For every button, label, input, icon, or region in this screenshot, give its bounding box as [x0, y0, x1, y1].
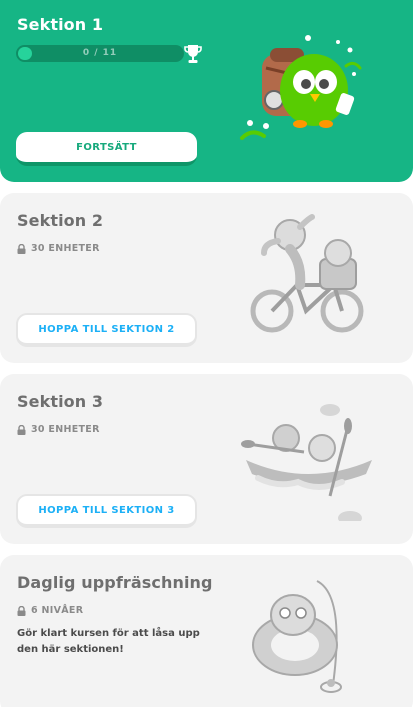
- section-2-card: Sektion 2 30 ENHETER HOPPA TILL SEKTION …: [0, 193, 413, 363]
- daily-refresh-levels: 6 NIVÅER: [17, 605, 83, 616]
- lock-icon: [17, 424, 26, 435]
- section-2-units: 30 ENHETER: [17, 243, 100, 254]
- jump-to-section-3-button[interactable]: HOPPA TILL SEKTION 3: [16, 494, 197, 528]
- section-3-units-label: 30 ENHETER: [31, 424, 100, 435]
- section-3-units: 30 ENHETER: [17, 424, 100, 435]
- section-3-title: Sektion 3: [17, 392, 104, 411]
- lock-icon: [17, 605, 26, 616]
- progress-label: 0 / 11: [82, 48, 118, 58]
- daily-refresh-card: Daglig uppfräschning 6 NIVÅER Gör klart …: [0, 555, 413, 707]
- kayak-illustration: [241, 404, 372, 521]
- jump-to-section-2-button[interactable]: HOPPA TILL SEKTION 2: [16, 313, 197, 347]
- fishing-illustration: [252, 580, 342, 693]
- daily-refresh-description: Gör klart kursen för att låsa upp den hä…: [17, 628, 200, 655]
- lock-icon: [17, 243, 26, 254]
- section-1-title: Sektion 1: [17, 15, 104, 34]
- daily-refresh-title: Daglig uppfräschning: [17, 573, 213, 592]
- continue-button[interactable]: FORTSÄTT: [16, 132, 197, 166]
- bicycle-illustration: [250, 214, 364, 333]
- section-3-card: Sektion 3 30 ENHETER HOPPA TILL SEKTION …: [0, 374, 413, 544]
- trophy-icon: [184, 45, 202, 63]
- section-2-title: Sektion 2: [17, 211, 104, 230]
- section-1-progress-bar: 0 / 11: [16, 45, 184, 62]
- owl-backpack-illustration: [240, 35, 362, 140]
- section-1-card: Sektion 1 0 / 11 FORTSÄTT: [0, 0, 413, 182]
- daily-refresh-levels-label: 6 NIVÅER: [31, 605, 84, 616]
- section-2-units-label: 30 ENHETER: [31, 243, 100, 254]
